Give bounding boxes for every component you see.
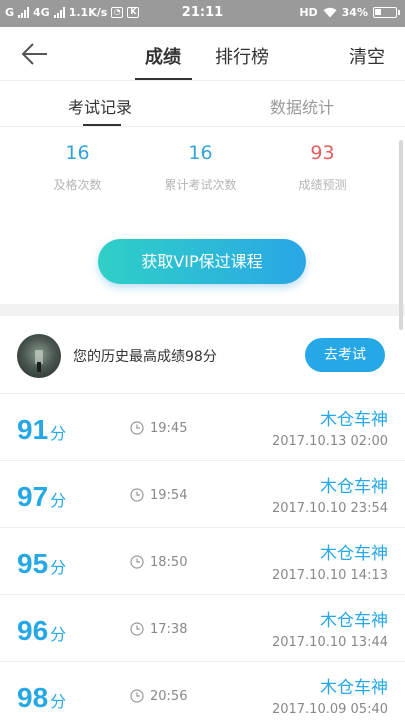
record-duration: 20:56 bbox=[150, 689, 188, 704]
record-user: 木仓车神 bbox=[320, 611, 388, 631]
best-score-row: 您的历史最高成绩98分 去考试 bbox=[0, 316, 405, 394]
stat-label: 累计考试次数 bbox=[164, 178, 237, 192]
sub-tab-indicator bbox=[83, 124, 121, 126]
score-unit: 分 bbox=[50, 625, 67, 644]
stat-total-exams: 16 累计考试次数 bbox=[133, 142, 268, 193]
list-item[interactable]: 98 分 20:56 木仓车神 2017.10.09 05:40 bbox=[0, 662, 405, 720]
vip-course-button[interactable]: 获取VIP保过课程 bbox=[98, 239, 306, 284]
tab-ranking[interactable]: 排行榜 bbox=[215, 43, 269, 69]
stat-value: 16 bbox=[65, 142, 90, 164]
best-score-text: 您的历史最高成绩98分 bbox=[73, 349, 217, 365]
score-value: 96 bbox=[17, 615, 49, 646]
clock-icon bbox=[130, 622, 144, 636]
clock-icon bbox=[130, 555, 144, 569]
record-score: 91 分 bbox=[17, 414, 66, 446]
hd-label: HD bbox=[299, 6, 318, 19]
clock-icon bbox=[130, 488, 144, 502]
wifi-icon bbox=[323, 7, 337, 18]
score-unit: 分 bbox=[50, 424, 67, 443]
clock-icon bbox=[130, 689, 144, 703]
sub-tabs: 考试记录 数据统计 bbox=[0, 81, 405, 127]
score-unit: 分 bbox=[50, 491, 67, 510]
scrollbar[interactable] bbox=[399, 140, 403, 330]
battery-fill bbox=[375, 9, 381, 15]
record-duration: 19:45 bbox=[150, 421, 188, 436]
score-unit: 分 bbox=[50, 558, 67, 577]
battery-icon bbox=[373, 7, 400, 18]
stat-label: 及格次数 bbox=[53, 178, 102, 192]
avatar bbox=[17, 334, 61, 378]
stat-label: 成绩预测 bbox=[298, 178, 347, 192]
list-item[interactable]: 97 分 19:54 木仓车神 2017.10.10 23:54 bbox=[0, 461, 405, 528]
stat-pass-count: 16 及格次数 bbox=[10, 142, 145, 193]
tab-statistics[interactable]: 数据统计 bbox=[270, 94, 334, 118]
clear-button[interactable]: 清空 bbox=[349, 43, 385, 69]
record-date: 2017.10.09 05:40 bbox=[271, 702, 388, 717]
score-unit: 分 bbox=[50, 692, 67, 711]
record-user: 木仓车神 bbox=[320, 410, 388, 430]
record-score: 97 分 bbox=[17, 481, 66, 513]
record-date: 2017.10.10 13:44 bbox=[271, 635, 388, 650]
status-right: HD 34% bbox=[299, 6, 400, 19]
tab-scores[interactable]: 成绩 bbox=[145, 43, 181, 69]
clock-icon bbox=[130, 421, 144, 435]
score-value: 97 bbox=[17, 481, 49, 512]
record-user: 木仓车神 bbox=[320, 477, 388, 497]
take-exam-button[interactable]: 去考试 bbox=[305, 338, 385, 372]
battery-percent: 34% bbox=[341, 6, 368, 19]
record-date: 2017.10.10 23:54 bbox=[271, 501, 388, 516]
stat-value: 93 bbox=[310, 142, 335, 164]
tab-exam-records[interactable]: 考试记录 bbox=[68, 94, 132, 118]
top-nav: 成绩 排行榜 清空 bbox=[0, 27, 405, 81]
stat-value: 16 bbox=[188, 142, 213, 164]
status-bar: G 4G 1.1K/s ◔ K 21:11 HD 34% bbox=[0, 0, 405, 27]
list-item[interactable]: 96 分 17:38 木仓车神 2017.10.10 13:44 bbox=[0, 595, 405, 662]
record-user: 木仓车神 bbox=[320, 678, 388, 698]
list-item[interactable]: 95 分 18:50 木仓车神 2017.10.10 14:13 bbox=[0, 528, 405, 595]
record-date: 2017.10.10 14:13 bbox=[271, 568, 388, 583]
back-arrow-icon[interactable] bbox=[20, 41, 50, 67]
list-item[interactable]: 91 分 19:45 木仓车神 2017.10.13 02:00 bbox=[0, 394, 405, 461]
record-duration: 19:54 bbox=[150, 488, 188, 503]
score-value: 98 bbox=[17, 682, 49, 713]
record-date: 2017.10.13 02:00 bbox=[271, 434, 388, 449]
record-score: 95 分 bbox=[17, 548, 66, 580]
section-divider bbox=[0, 304, 405, 316]
record-user: 木仓车神 bbox=[320, 544, 388, 564]
avatar-image bbox=[35, 350, 43, 372]
tab-indicator bbox=[135, 78, 192, 80]
record-score: 96 分 bbox=[17, 615, 66, 647]
score-value: 91 bbox=[17, 414, 49, 445]
record-duration: 17:38 bbox=[150, 622, 188, 637]
score-value: 95 bbox=[17, 548, 49, 579]
stat-score-prediction: 93 成绩预测 bbox=[255, 142, 390, 193]
record-duration: 18:50 bbox=[150, 555, 188, 570]
record-score: 98 分 bbox=[17, 682, 66, 714]
